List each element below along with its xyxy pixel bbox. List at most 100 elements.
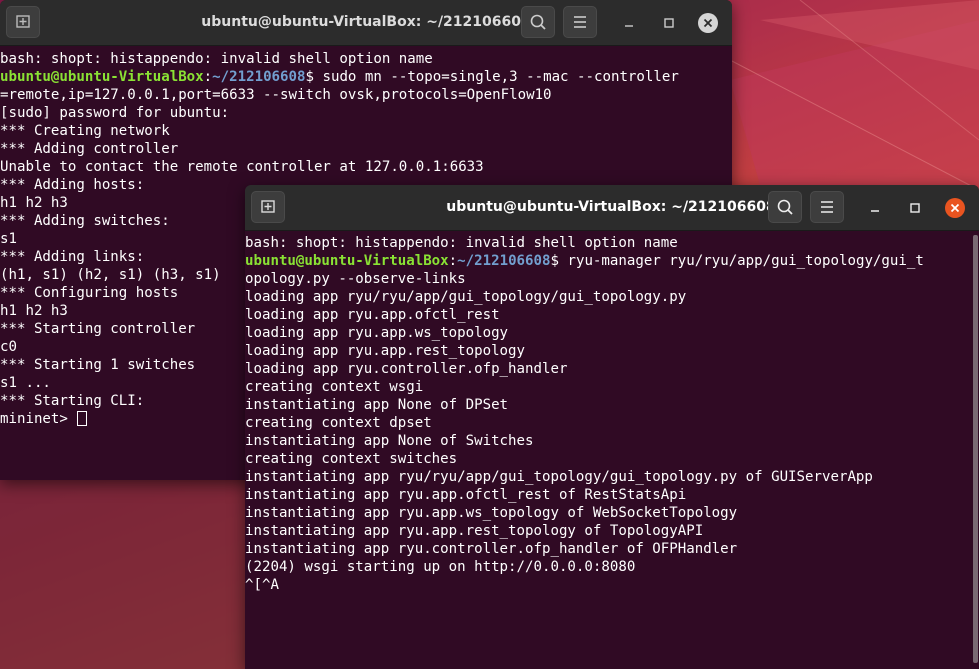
line-text: Unable to contact the remote controller … [0,159,484,175]
window-title: ubuntu@ubuntu-VirtualBox: ~/212106608 [446,199,776,215]
line-text: (2204) wsgi starting up on http://0.0.0.… [245,559,636,575]
new-tab-button[interactable] [251,191,285,223]
close-icon [945,198,965,218]
line-text: bash: shopt: histappendo: invalid shell … [0,51,433,67]
line-text: instantiating app ryu.app.ofctl_rest of … [245,487,687,503]
close-icon [698,13,718,33]
line-text: *** Adding switches: [0,213,170,229]
maximize-icon [664,18,674,28]
terminal-line: instantiating app ryu.app.ws_topology of… [245,504,924,522]
terminal-window-front[interactable]: ubuntu@ubuntu-VirtualBox: ~/212106608 ba… [245,185,979,669]
line-text: h1 h2 h3 [0,303,68,319]
menu-button[interactable] [563,6,597,38]
line-text: instantiating app ryu.app.rest_topology … [245,523,704,539]
line-text: *** Adding links: [0,249,145,265]
line-text: (h1, s1) (h2, s1) (h3, s1) [0,267,221,283]
line-text: s1 ... [0,375,51,391]
maximize-button[interactable] [658,12,680,34]
line-text: opology.py --observe-links [245,271,466,287]
maximize-button[interactable] [904,197,926,219]
line-text: *** Creating network [0,123,170,139]
terminal-line: ubuntu@ubuntu-VirtualBox:~/212106608$ ry… [245,252,924,270]
line-text: loading app ryu.app.ws_topology [245,325,509,341]
terminal-line: loading app ryu.app.ws_topology [245,324,924,342]
terminal-line: loading app ryu.controller.ofp_handler [245,360,924,378]
line-text: creating context dpset [245,415,432,431]
line-text: ^[^A [245,577,279,593]
minimize-button[interactable] [618,12,640,34]
prompt-path: ~/212106608 [212,69,306,85]
prompt-colon: : [203,69,213,85]
terminal-line: loading app ryu/ryu/app/gui_topology/gui… [245,288,924,306]
terminal-line: instantiating app ryu/ryu/app/gui_topolo… [245,468,924,486]
terminal-line: *** Creating network [0,122,679,140]
line-text: =remote,ip=127.0.0.1,port=6633 --switch … [0,87,552,103]
new-tab-icon [16,15,30,28]
terminal-line: Unable to contact the remote controller … [0,158,679,176]
terminal-line: bash: shopt: histappendo: invalid shell … [245,234,924,252]
line-text: instantiating app None of DPSet [245,397,509,413]
prompt-colon: : [448,253,458,269]
line-text: *** Configuring hosts [0,285,179,301]
line-text: s1 [0,231,17,247]
line-text: *** Adding controller [0,141,179,157]
search-icon [777,199,793,215]
scrollbar[interactable] [973,235,978,663]
line-text: mininet> [0,411,77,427]
terminal-line: bash: shopt: histappendo: invalid shell … [0,50,679,68]
hamburger-icon [574,16,586,28]
terminal-output[interactable]: bash: shopt: histappendo: invalid shell … [245,234,924,594]
titlebar[interactable]: ubuntu@ubuntu-VirtualBox: ~/212106608 [245,185,979,231]
prompt-user: ubuntu@ubuntu-VirtualBox [245,253,449,269]
titlebar[interactable]: ubuntu@ubuntu-VirtualBox: ~/212106608 [0,0,732,46]
terminal-line: instantiating app ryu.app.ofctl_rest of … [245,486,924,504]
prompt-cmd: $ sudo mn --topo=single,3 --mac --contro… [305,69,679,85]
terminal-line: ubuntu@ubuntu-VirtualBox:~/212106608$ su… [0,68,679,86]
terminal-line: =remote,ip=127.0.0.1,port=6633 --switch … [0,86,679,104]
hamburger-icon [821,201,833,213]
search-button[interactable] [521,6,555,38]
terminal-line: instantiating app ryu.controller.ofp_han… [245,540,924,558]
maximize-icon [910,203,920,213]
line-text: creating context wsgi [245,379,424,395]
terminal-line: creating context wsgi [245,378,924,396]
line-text: bash: shopt: histappendo: invalid shell … [245,235,678,251]
line-text: [sudo] password for ubuntu: [0,105,230,121]
line-text: instantiating app None of Switches [245,433,534,449]
line-text: loading app ryu.app.rest_topology [245,343,526,359]
search-icon [530,14,546,30]
minimize-icon [871,210,879,212]
terminal-line: loading app ryu.app.rest_topology [245,342,924,360]
prompt-user: ubuntu@ubuntu-VirtualBox [0,69,204,85]
close-button[interactable] [697,12,719,34]
terminal-line: instantiating app ryu.app.rest_topology … [245,522,924,540]
new-tab-icon [261,200,275,213]
line-text: loading app ryu/ryu/app/gui_topology/gui… [245,289,687,305]
line-text: instantiating app ryu.app.ws_topology of… [245,505,738,521]
terminal-line: loading app ryu.app.ofctl_rest [245,306,924,324]
terminal-line: opology.py --observe-links [245,270,924,288]
terminal-line: instantiating app None of DPSet [245,396,924,414]
prompt-cmd: $ ryu-manager ryu/ryu/app/gui_topology/g… [550,253,924,269]
terminal-line: (2204) wsgi starting up on http://0.0.0.… [245,558,924,576]
minimize-button[interactable] [864,197,886,219]
search-button[interactable] [768,191,802,223]
new-tab-button[interactable] [6,6,40,38]
line-text: instantiating app ryu.controller.ofp_han… [245,541,738,557]
terminal-line: creating context dpset [245,414,924,432]
prompt-path: ~/212106608 [457,253,551,269]
minimize-icon [625,25,633,27]
terminal-line: [sudo] password for ubuntu: [0,104,679,122]
menu-button[interactable] [810,191,844,223]
line-text: loading app ryu.app.ofctl_rest [245,307,500,323]
line-text: *** Starting 1 switches [0,357,196,373]
close-button[interactable] [944,197,966,219]
terminal-line: ^[^A [245,576,924,594]
terminal-line: creating context switches [245,450,924,468]
terminal-line: *** Adding controller [0,140,679,158]
line-text: instantiating app ryu/ryu/app/gui_topolo… [245,469,873,485]
line-text: *** Adding hosts: [0,177,145,193]
window-title: ubuntu@ubuntu-VirtualBox: ~/212106608 [201,14,531,30]
terminal-line: instantiating app None of Switches [245,432,924,450]
text-cursor [77,411,88,426]
